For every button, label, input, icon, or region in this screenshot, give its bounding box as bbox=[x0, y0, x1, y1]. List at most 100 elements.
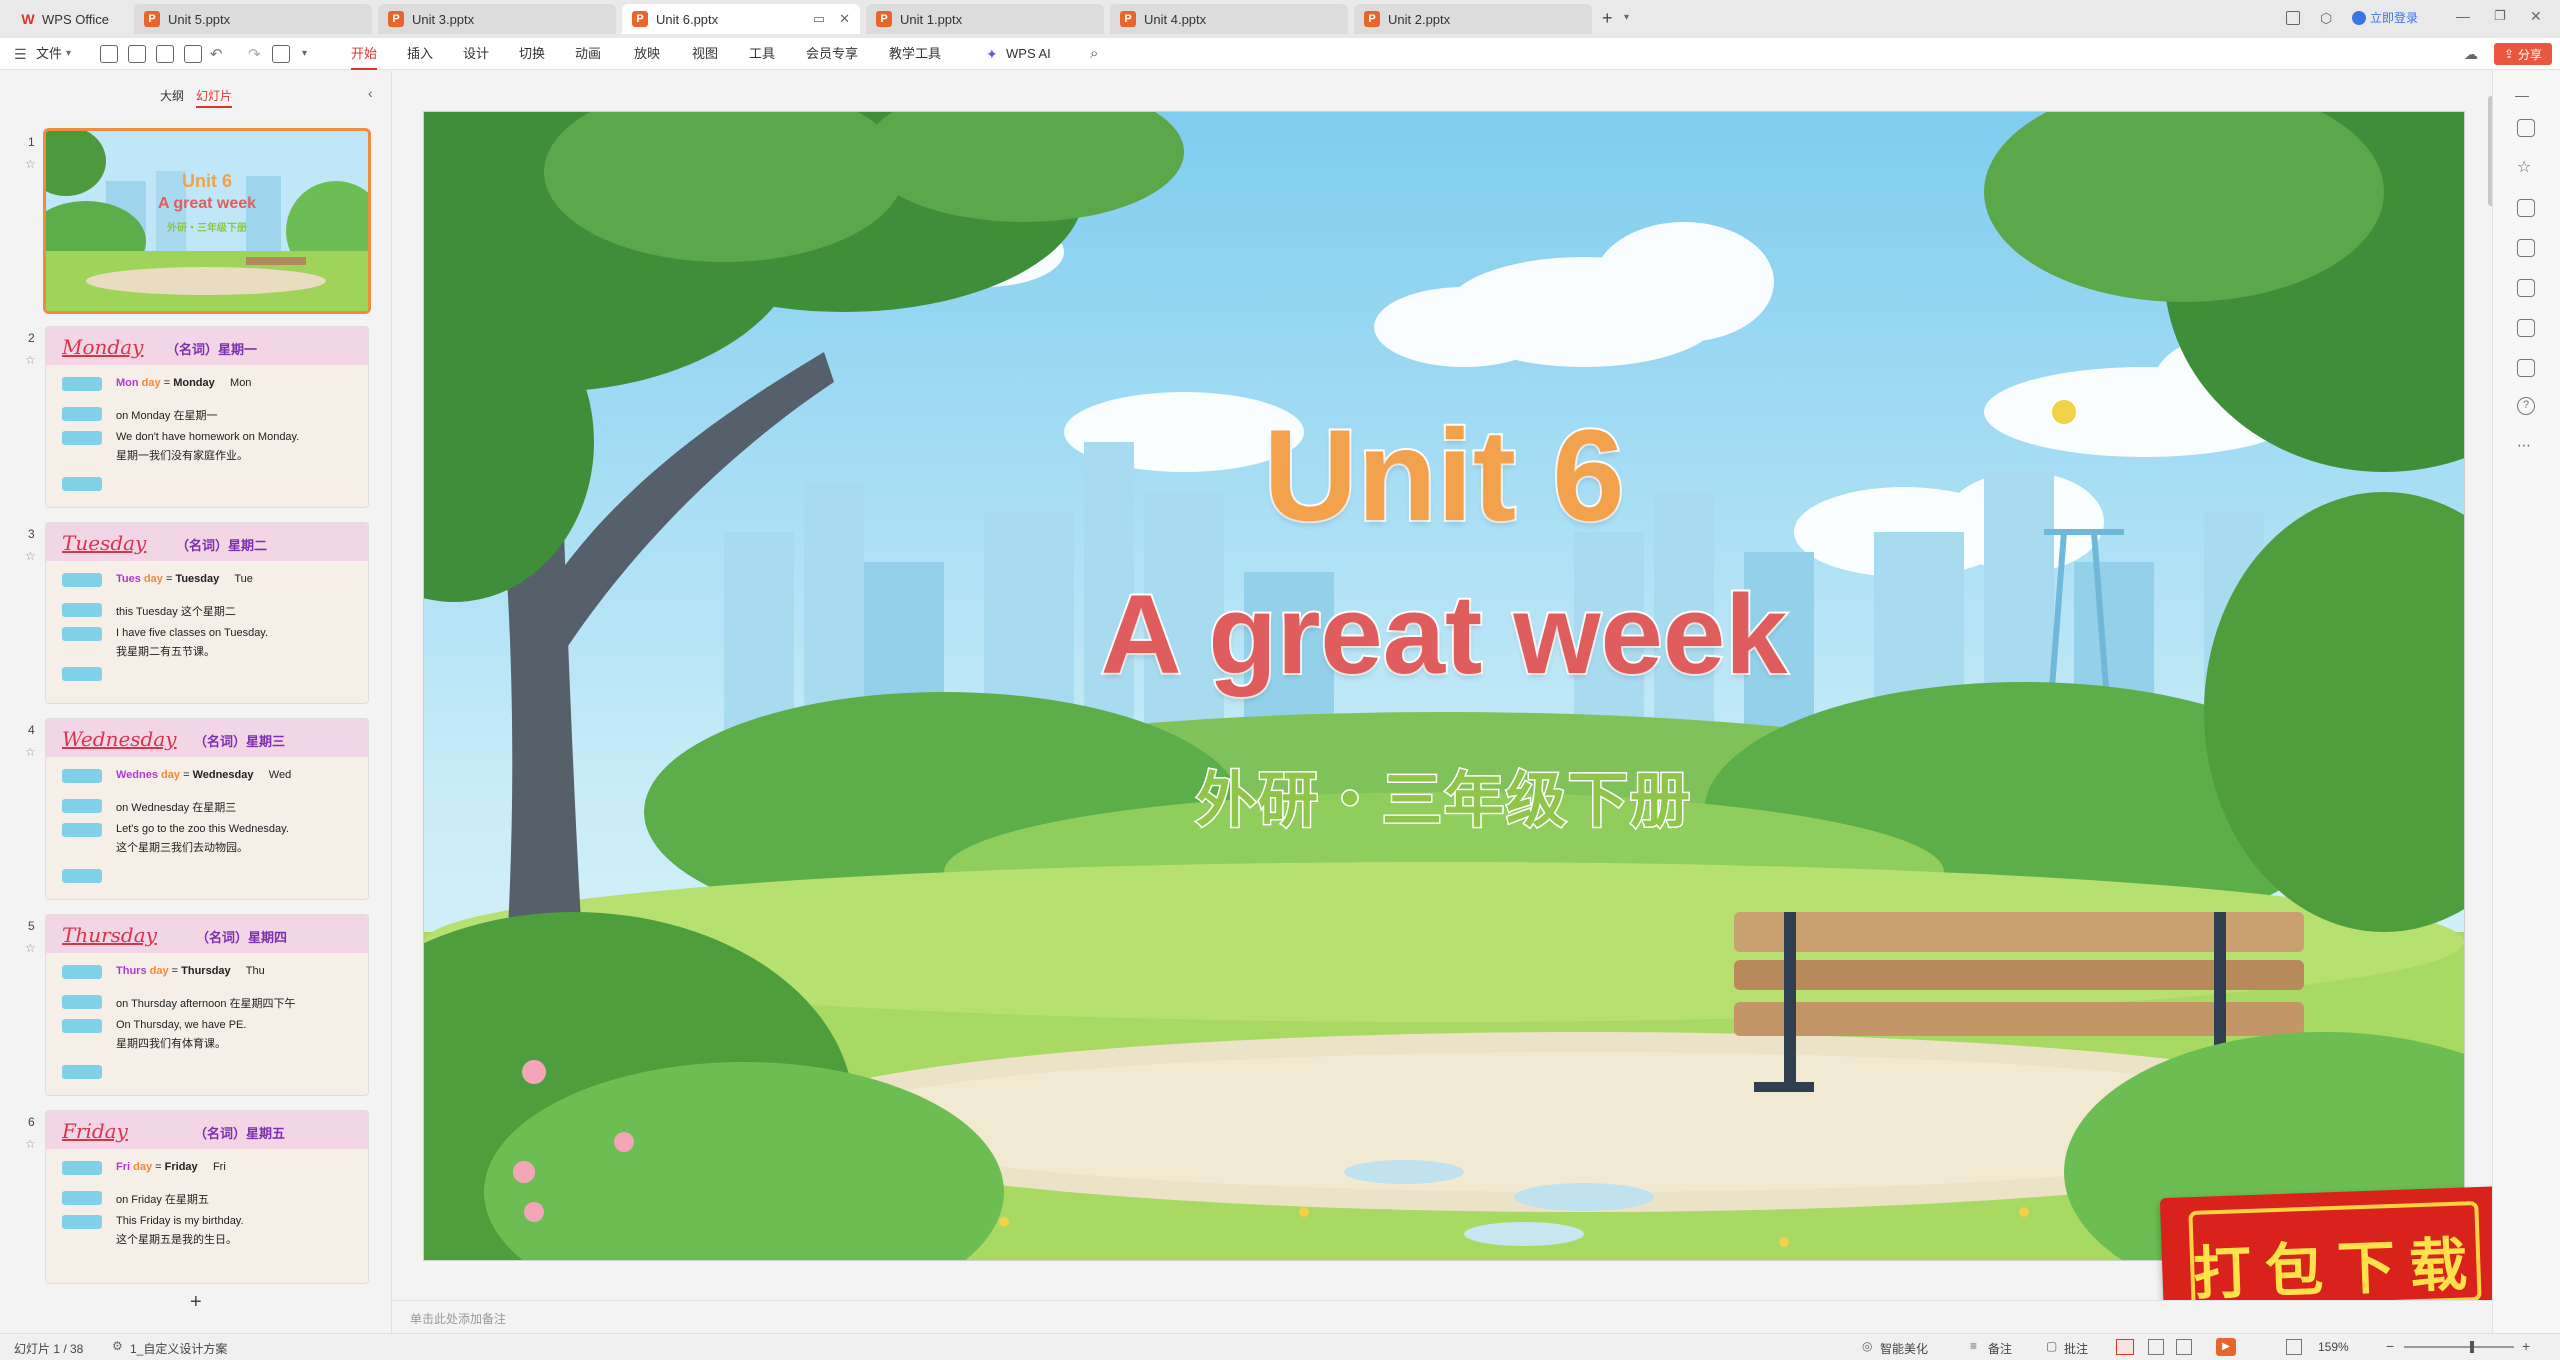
menu-item-wps-ai[interactable]: WPS AI bbox=[1006, 44, 1051, 64]
menu-item-transition[interactable]: 切换 bbox=[519, 44, 545, 64]
file-menu[interactable]: 文件 bbox=[36, 44, 62, 64]
thumb-tag bbox=[62, 1019, 102, 1033]
zoom-slider-track[interactable] bbox=[2404, 1346, 2514, 1348]
slide-thumbnail-3[interactable]: Tuesday （名词）星期二 Tues day = Tuesday Tue t… bbox=[46, 523, 368, 703]
menu-item-slideshow[interactable]: 放映 bbox=[634, 44, 660, 64]
thumb-parts: Thurs day = Thursday Thu bbox=[116, 965, 265, 977]
pptx-file-icon: P bbox=[1364, 11, 1380, 27]
undo-icon[interactable]: ↶ bbox=[210, 45, 223, 63]
tab-unit6[interactable]: P Unit 6.pptx ▭ ✕ bbox=[622, 4, 860, 34]
cloud-sync-icon[interactable]: ☁ bbox=[2464, 46, 2478, 63]
share-button[interactable]: ⇪ 分享 bbox=[2494, 43, 2552, 65]
print-preview-icon[interactable] bbox=[184, 45, 202, 63]
slide-thumbnail-4[interactable]: Wednesday （名词）星期三 Wednes day = Wednesday… bbox=[46, 719, 368, 899]
comment-button[interactable]: 批注 bbox=[2064, 1340, 2088, 1357]
zoom-slider-thumb[interactable] bbox=[2470, 1341, 2474, 1353]
close-window-icon[interactable]: ✕ bbox=[2530, 8, 2542, 25]
play-slideshow-icon[interactable]: ▶ bbox=[2216, 1338, 2236, 1356]
star-icon[interactable]: ☆ bbox=[25, 157, 36, 171]
thumb-tag bbox=[62, 769, 102, 783]
star-icon[interactable]: ☆ bbox=[25, 549, 36, 563]
zoom-level[interactable]: 159% bbox=[2318, 1340, 2349, 1354]
zoom-out-icon[interactable]: − bbox=[2386, 1338, 2394, 1354]
slide-cn-subtitle[interactable]: 外研・三年级下册 bbox=[424, 752, 2464, 839]
tab-unit5[interactable]: P Unit 5.pptx bbox=[134, 4, 372, 34]
slide-title[interactable]: Unit 6 bbox=[424, 400, 2464, 550]
theme-name[interactable]: 1_自定义设计方案 bbox=[130, 1340, 227, 1357]
menu-item-design[interactable]: 设计 bbox=[463, 44, 489, 64]
book-icon[interactable] bbox=[2517, 319, 2535, 337]
star-icon[interactable]: ☆ bbox=[2517, 157, 2531, 177]
properties-icon[interactable] bbox=[2517, 119, 2535, 137]
search-icon[interactable]: ⌕ bbox=[1090, 45, 1098, 62]
transform-icon[interactable] bbox=[2517, 359, 2535, 377]
star-icon[interactable]: ☆ bbox=[25, 353, 36, 367]
new-tab-button[interactable]: + bbox=[1602, 8, 1613, 29]
slide-thumbnail-1[interactable]: Unit 6 A great week 外研・三年级下册 bbox=[46, 131, 368, 311]
slide-thumbnail-6[interactable]: Friday （名词）星期五 Fri day = Friday Fri on F… bbox=[46, 1111, 368, 1283]
menu-item-teaching-tools[interactable]: 教学工具 bbox=[889, 44, 941, 64]
window-layout-icon[interactable] bbox=[2286, 11, 2300, 25]
print-icon[interactable] bbox=[156, 45, 174, 63]
thumb-example: 这个星期三我们去动物园。 bbox=[116, 842, 248, 854]
tab-slides[interactable]: 幻灯片 bbox=[196, 87, 233, 108]
menu-item-view[interactable]: 视图 bbox=[692, 44, 718, 64]
tools-icon[interactable] bbox=[2517, 279, 2535, 297]
tab-unit1[interactable]: P Unit 1.pptx bbox=[866, 4, 1104, 34]
notes-pane[interactable]: 单击此处添加备注 bbox=[392, 1300, 2492, 1333]
pptx-file-icon: P bbox=[1120, 11, 1136, 27]
notes-toggle-button[interactable]: 备注 bbox=[1988, 1340, 2012, 1357]
menu-item-tools[interactable]: 工具 bbox=[749, 44, 775, 64]
minimize-icon[interactable]: — bbox=[2456, 8, 2470, 24]
slide-canvas[interactable]: Unit 6 A great week 外研・三年级下册 bbox=[424, 112, 2464, 1260]
help-icon[interactable]: ? bbox=[2517, 397, 2535, 415]
menu-item-start[interactable]: 开始 bbox=[351, 44, 378, 70]
add-slide-button[interactable]: + bbox=[190, 1291, 202, 1314]
slide-number: 6 bbox=[28, 1115, 35, 1129]
chevron-down-icon[interactable]: ▾ bbox=[1624, 12, 1629, 23]
reading-view-icon[interactable] bbox=[2176, 1339, 2192, 1355]
chevron-down-icon[interactable]: ▾ bbox=[302, 48, 307, 59]
login-button[interactable]: 立即登录 bbox=[2352, 9, 2418, 26]
more-icon[interactable]: ⋯ bbox=[2517, 437, 2531, 454]
tab-wps-office[interactable]: W WPS Office bbox=[10, 4, 130, 34]
smart-beautify-button[interactable]: 智能美化 bbox=[1880, 1340, 1928, 1357]
thumb-example: This Friday is my birthday. bbox=[116, 1215, 244, 1227]
collapse-panel-icon[interactable]: ‹ bbox=[368, 85, 373, 101]
monitor-icon[interactable]: ▭ bbox=[813, 11, 825, 27]
chevron-down-icon[interactable]: ▾ bbox=[66, 48, 71, 59]
normal-view-icon[interactable] bbox=[2116, 1339, 2134, 1355]
tab-outline[interactable]: 大纲 bbox=[160, 87, 184, 104]
star-icon[interactable]: ☆ bbox=[25, 1137, 36, 1151]
minus-icon[interactable]: — bbox=[2515, 87, 2529, 103]
tab-unit2[interactable]: P Unit 2.pptx bbox=[1354, 4, 1592, 34]
tab-label: Unit 3.pptx bbox=[412, 11, 475, 27]
format-painter-icon[interactable] bbox=[272, 45, 290, 63]
thumb-example: On Thursday, we have PE. bbox=[116, 1019, 247, 1031]
export-pdf-icon[interactable] bbox=[128, 45, 146, 63]
notes-placeholder[interactable]: 单击此处添加备注 bbox=[410, 1310, 506, 1327]
slide-thumbnail-2[interactable]: Monday （名词）星期一 Mon day = Monday Mon on M… bbox=[46, 327, 368, 507]
slide-sorter-icon[interactable] bbox=[2148, 1339, 2164, 1355]
zoom-in-icon[interactable]: + bbox=[2522, 1338, 2530, 1354]
menu-item-insert[interactable]: 插入 bbox=[407, 44, 433, 64]
tab-unit4[interactable]: P Unit 4.pptx bbox=[1110, 4, 1348, 34]
slide-number: 4 bbox=[28, 723, 35, 737]
cube-icon[interactable]: ⬡ bbox=[2320, 10, 2332, 27]
slide-subtitle[interactable]: A great week bbox=[424, 570, 2464, 699]
star-icon[interactable]: ☆ bbox=[25, 941, 36, 955]
slide-thumbnail-5[interactable]: Thursday （名词）星期四 Thurs day = Thursday Th… bbox=[46, 915, 368, 1095]
fit-window-icon[interactable] bbox=[2286, 1339, 2302, 1355]
menu-hamburger-icon[interactable]: ☰ bbox=[14, 46, 27, 63]
status-bar: 幻灯片 1 / 38 ⚙ 1_自定义设计方案 ◎ 智能美化 ≡ 备注 ▢ 批注 … bbox=[0, 1333, 2560, 1360]
image-icon[interactable] bbox=[2517, 239, 2535, 257]
save-icon[interactable] bbox=[100, 45, 118, 63]
redo-icon[interactable]: ↷ bbox=[248, 45, 261, 63]
tab-unit3[interactable]: P Unit 3.pptx bbox=[378, 4, 616, 34]
copy-icon[interactable] bbox=[2517, 199, 2535, 217]
star-icon[interactable]: ☆ bbox=[25, 745, 36, 759]
menu-item-animation[interactable]: 动画 bbox=[575, 44, 601, 64]
close-icon[interactable]: ✕ bbox=[839, 11, 850, 27]
menu-item-member[interactable]: 会员专享 bbox=[806, 44, 858, 64]
restore-icon[interactable]: ❐ bbox=[2494, 8, 2506, 24]
